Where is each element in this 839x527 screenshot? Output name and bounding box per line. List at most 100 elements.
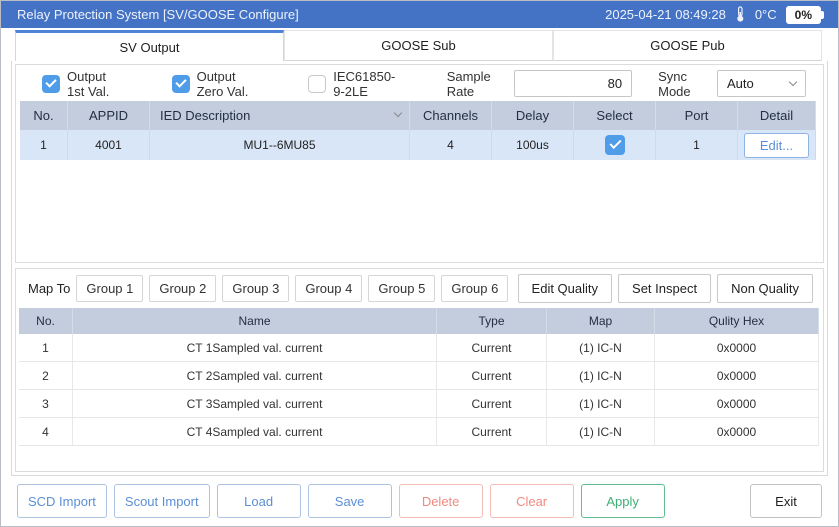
chevron-down-icon [788, 77, 798, 87]
options-row: Output 1st Val. Output Zero Val. IEC6185… [18, 66, 820, 101]
table-row[interactable]: 3 CT 3Sampled val. current Current (1) I… [19, 390, 819, 419]
output-zero-val-checkbox[interactable]: Output Zero Val. [171, 68, 262, 99]
col-name: Name [73, 308, 437, 335]
sync-mode-label: Sync Mode [658, 68, 691, 99]
table-row[interactable]: 4 CT 4Sampled val. current Current (1) I… [19, 418, 819, 447]
group-3-button[interactable]: Group 3 [222, 275, 290, 303]
cell-detail: Edit... [738, 130, 816, 160]
sync-mode-select[interactable]: Auto [716, 70, 807, 97]
col-ied-description: IED Description [150, 101, 410, 130]
sv-output-pane: Output 1st Val. Output Zero Val. IEC6185… [11, 61, 828, 476]
cell-quality-hex: 0x0000 [655, 418, 819, 447]
sample-rate-label: Sample Rate [446, 68, 491, 99]
cell-delay: 100us [492, 130, 574, 160]
cell-no: 1 [20, 130, 68, 160]
edit-quality-button[interactable]: Edit Quality [517, 274, 613, 304]
tab-sv-output[interactable]: SV Output [15, 30, 284, 61]
cell-no: 3 [19, 390, 73, 419]
clear-button[interactable]: Clear [489, 484, 574, 518]
scd-import-button[interactable]: SCD Import [17, 484, 107, 518]
row-select-checkbox[interactable] [604, 135, 625, 155]
col-label: IED Description [160, 108, 251, 123]
cell-map: (1) IC-N [547, 362, 655, 391]
load-button[interactable]: Load [216, 484, 301, 518]
col-channels: Channels [410, 101, 492, 130]
cell-ied-description: MU1--6MU85 [150, 130, 410, 160]
non-quality-button[interactable]: Non Quality [717, 274, 813, 304]
cell-map: (1) IC-N [547, 418, 655, 447]
scout-import-button[interactable]: Scout Import [113, 484, 210, 518]
col-delay: Delay [492, 101, 574, 130]
delete-button[interactable]: Delete [398, 484, 483, 518]
cell-quality-hex: 0x0000 [655, 362, 819, 391]
col-type: Type [437, 308, 547, 335]
checkbox-label: Output 1st Val. [67, 68, 110, 99]
group-6-button[interactable]: Group 6 [441, 275, 509, 303]
checkbox-label: Output Zero Val. [196, 68, 249, 99]
col-no: No. [20, 101, 68, 130]
cell-type: Current [437, 334, 547, 363]
channel-table-header: No. Name Type Map Qulity Hex [19, 308, 819, 335]
cell-name: CT 2Sampled val. current [73, 362, 437, 391]
temperature-value: 0°C [754, 7, 777, 22]
output-1st-val-checkbox[interactable]: Output 1st Val. [42, 69, 125, 99]
col-quality-hex: Qulity Hex [655, 308, 819, 335]
sample-rate-input[interactable] [514, 70, 633, 97]
datetime: 2025-04-21 08:49:28 [605, 7, 726, 22]
channel-table: No. Name Type Map Qulity Hex 1 CT 1Sampl… [19, 308, 819, 447]
tab-bar: SV Output GOOSE Sub GOOSE Pub [15, 30, 822, 61]
footer-toolbar: SCD Import Scout Import Load Save Delete… [1, 476, 838, 526]
check-icon [171, 74, 190, 93]
battery-indicator: 0% [785, 5, 821, 24]
app-window: Relay Protection System [SV/GOOSE Config… [0, 0, 839, 527]
save-button[interactable]: Save [307, 484, 392, 518]
cell-no: 1 [19, 334, 73, 363]
checkbox-label: IEC61850-9-2LE [333, 68, 396, 99]
group-5-button[interactable]: Group 5 [368, 275, 436, 303]
cell-type: Current [437, 362, 547, 391]
apply-button[interactable]: Apply [580, 484, 665, 518]
cell-type: Current [437, 390, 547, 419]
col-port: Port [656, 101, 738, 130]
cell-channels: 4 [410, 130, 492, 160]
cell-no: 4 [19, 418, 73, 447]
sv-output-table: No. APPID IED Description Channels Delay… [20, 101, 816, 160]
checkbox-box [308, 74, 327, 93]
battery-level: 0% [794, 7, 812, 22]
check-icon [42, 74, 60, 93]
channel-map-box: Map To Group 1 Group 2 Group 3 Group 4 G… [15, 268, 824, 472]
sv-config-box: Output 1st Val. Output Zero Val. IEC6185… [15, 64, 824, 264]
cell-name: CT 3Sampled val. current [73, 390, 437, 419]
col-map: Map [547, 308, 655, 335]
tab-label: GOOSE Sub [381, 38, 456, 53]
cell-port: 1 [656, 130, 738, 160]
table-row[interactable]: 1 CT 1Sampled val. current Current (1) I… [19, 334, 819, 363]
thermometer-icon [735, 6, 746, 23]
sync-mode-value: Auto [726, 76, 754, 91]
edit-button[interactable]: Edit... [743, 132, 810, 158]
group-4-button[interactable]: Group 4 [295, 275, 363, 303]
chevron-down-icon[interactable] [393, 108, 403, 118]
map-to-label: Map To [28, 281, 71, 297]
cell-quality-hex: 0x0000 [655, 390, 819, 419]
table-row[interactable]: 1 4001 MU1--6MU85 4 100us 1 Edit... [20, 130, 816, 160]
group-2-button[interactable]: Group 2 [149, 275, 217, 303]
group-1-button[interactable]: Group 1 [76, 275, 144, 303]
cell-appid: 4001 [68, 130, 150, 160]
cell-name: CT 4Sampled val. current [73, 418, 437, 447]
titlebar: Relay Protection System [SV/GOOSE Config… [1, 1, 838, 28]
cell-type: Current [437, 418, 547, 447]
iec61850-9-2le-checkbox[interactable]: IEC61850-9-2LE [308, 69, 399, 99]
table-row[interactable]: 2 CT 2Sampled val. current Current (1) I… [19, 362, 819, 391]
tab-label: SV Output [119, 39, 180, 55]
cell-map: (1) IC-N [547, 334, 655, 363]
col-detail: Detail [738, 101, 816, 130]
cell-no: 2 [19, 362, 73, 391]
cell-map: (1) IC-N [547, 390, 655, 419]
tab-goose-pub[interactable]: GOOSE Pub [553, 30, 822, 61]
exit-button[interactable]: Exit [750, 484, 822, 518]
col-no: No. [19, 308, 73, 335]
tab-goose-sub[interactable]: GOOSE Sub [284, 30, 553, 61]
sv-table-header: No. APPID IED Description Channels Delay… [20, 101, 816, 130]
set-inspect-button[interactable]: Set Inspect [618, 274, 712, 304]
